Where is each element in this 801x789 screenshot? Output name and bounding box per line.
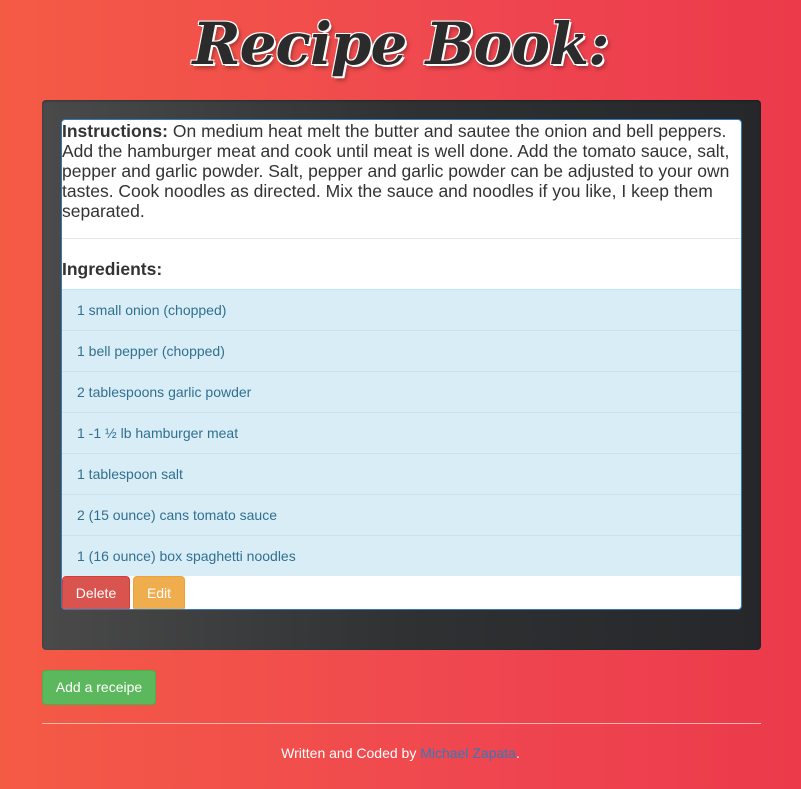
add-recipe-button[interactable]: Add a receipe — [42, 670, 156, 705]
ingredients-heading: Ingredients: — [62, 259, 163, 279]
author-link[interactable]: Michael Zapata — [420, 745, 516, 761]
recipe-panel: Instructions: On medium heat melt the bu… — [61, 119, 742, 610]
list-item: 1 tablespoon salt — [62, 454, 741, 495]
list-item: 2 (15 ounce) cans tomato sauce — [62, 495, 741, 536]
list-item: 2 tablespoons garlic powder — [62, 372, 741, 413]
instructions-label: Instructions: — [62, 121, 168, 141]
list-item: 1 small onion (chopped) — [62, 290, 741, 331]
delete-button[interactable]: Delete — [62, 576, 130, 609]
ingredients-list: 1 small onion (chopped) 1 bell pepper (c… — [62, 289, 741, 576]
list-item: 1 bell pepper (chopped) — [62, 331, 741, 372]
instructions-block: Instructions: On medium heat melt the bu… — [62, 120, 741, 239]
list-item: 1 -1 ½ lb hamburger meat — [62, 413, 741, 454]
list-item: 1 (16 ounce) box spaghetti noodles — [62, 536, 741, 576]
divider — [42, 723, 761, 724]
edit-button[interactable]: Edit — [133, 576, 185, 609]
footer-prefix: Written and Coded by — [281, 745, 421, 761]
footer: Written and Coded by Michael Zapata. — [0, 745, 801, 761]
footer-suffix: . — [515, 745, 520, 761]
page-title: Recipe Book: — [192, 10, 609, 78]
